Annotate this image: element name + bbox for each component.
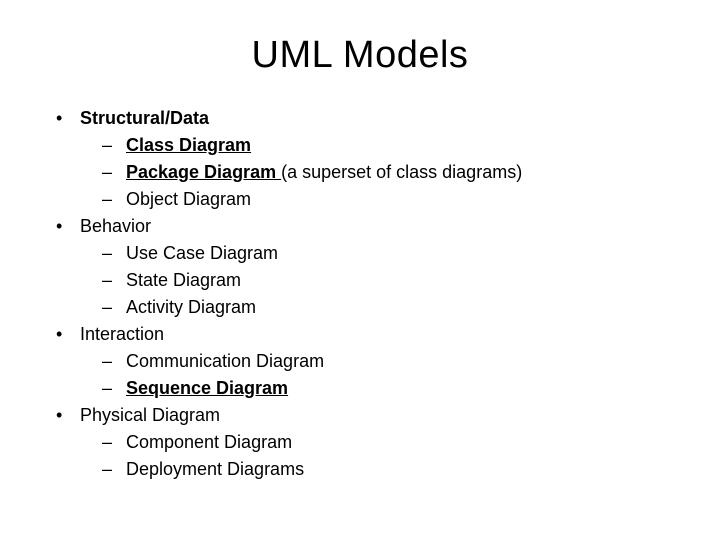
list-item: Package Diagram (a superset of class dia… [102, 159, 690, 186]
list-item: State Diagram [102, 267, 690, 294]
sub-list: Component Diagram Deployment Diagrams [80, 429, 690, 483]
item-label: Class Diagram [126, 135, 251, 155]
slide: UML Models Structural/Data Class Diagram P… [0, 0, 720, 540]
list-item: Deployment Diagrams [102, 456, 690, 483]
sub-list: Communication Diagram Sequence Diagram [80, 348, 690, 402]
outline-list: Structural/Data Class Diagram Package Diag… [30, 105, 690, 483]
item-label: State Diagram [126, 270, 241, 290]
section-label: Interaction [80, 324, 164, 344]
section-item: Physical Diagram Component Diagram Deploym… [56, 402, 690, 483]
list-item: Communication Diagram [102, 348, 690, 375]
list-item: Class Diagram [102, 132, 690, 159]
section-label: Structural/Data [80, 108, 209, 128]
item-label: Communication Diagram [126, 351, 324, 371]
list-item: Component Diagram [102, 429, 690, 456]
section-label: Behavior [80, 216, 151, 236]
list-item: Activity Diagram [102, 294, 690, 321]
item-label: Package Diagram [126, 162, 281, 182]
page-title: UML Models [30, 34, 690, 77]
item-label: Sequence Diagram [126, 378, 288, 398]
item-label: Component Diagram [126, 432, 292, 452]
section-item: Interaction Communication Diagram Sequence… [56, 321, 690, 402]
list-item: Object Diagram [102, 186, 690, 213]
list-item: Sequence Diagram [102, 375, 690, 402]
item-label: Use Case Diagram [126, 243, 278, 263]
item-label: Object Diagram [126, 189, 251, 209]
item-label: Activity Diagram [126, 297, 256, 317]
sub-list: Use Case Diagram State Diagram Activity Di… [80, 240, 690, 321]
item-suffix: (a superset of class diagrams) [281, 162, 522, 182]
section-item: Structural/Data Class Diagram Package Diag… [56, 105, 690, 213]
section-item: Behavior Use Case Diagram State Diagram Act… [56, 213, 690, 321]
item-label: Deployment Diagrams [126, 459, 304, 479]
sub-list: Class Diagram Package Diagram (a superset… [80, 132, 690, 213]
list-item: Use Case Diagram [102, 240, 690, 267]
section-label: Physical Diagram [80, 405, 220, 425]
